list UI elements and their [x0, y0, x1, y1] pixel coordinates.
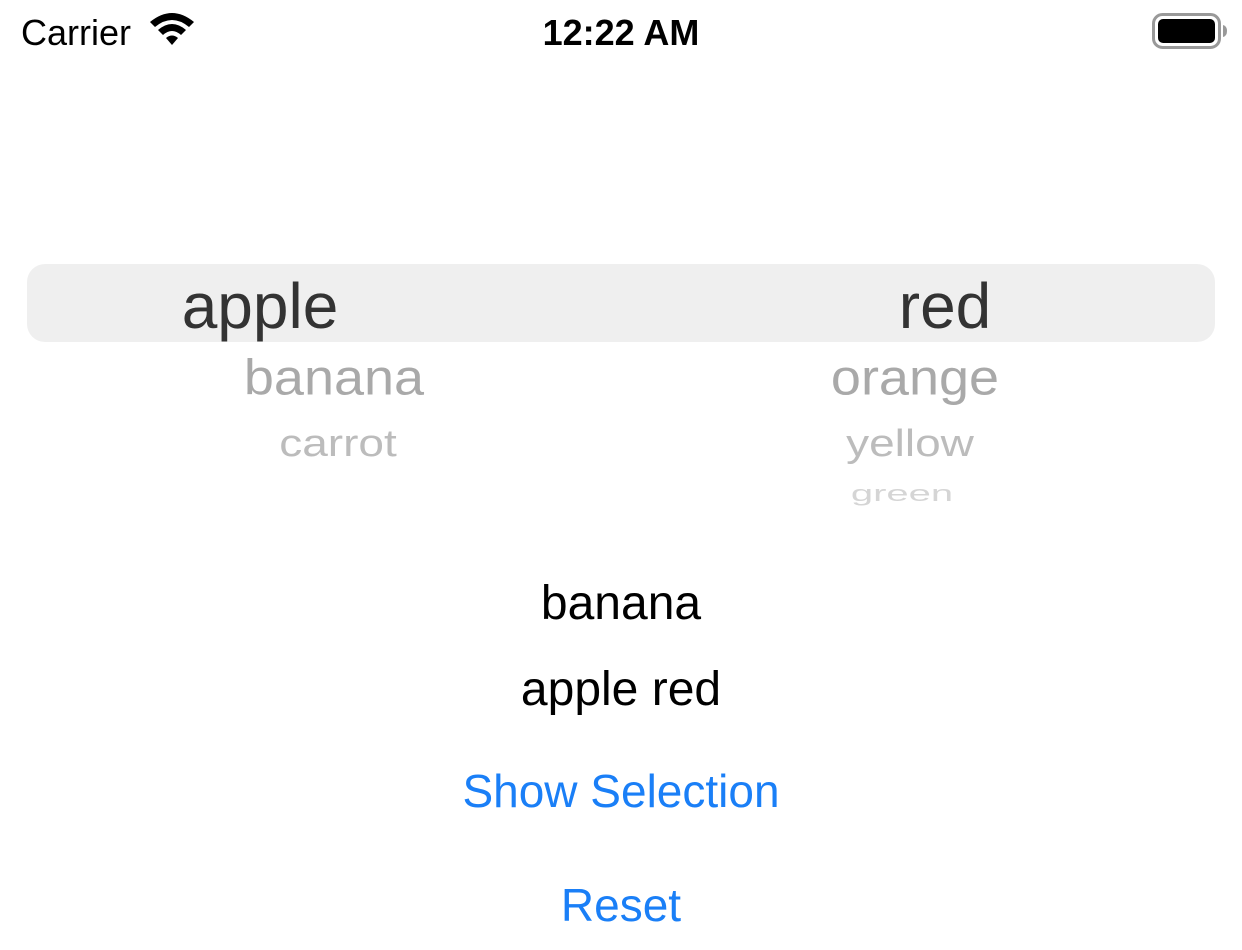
picker-column-fruit[interactable]: apple banana carrot: [40, 230, 600, 520]
clock: 12:22 AM: [542, 12, 700, 53]
combination-label: apple red: [520, 663, 722, 716]
screen: Carrier 12:22 AM apple banana carrot red…: [0, 0, 1242, 950]
status-bar: Carrier 12:22 AM: [0, 0, 1242, 66]
picker-row[interactable]: orange: [635, 350, 1195, 405]
selection-label: banana: [540, 577, 702, 630]
picker-row[interactable]: green: [622, 483, 1182, 505]
reset-button[interactable]: Reset: [0, 878, 1242, 932]
picker-row-selected[interactable]: apple: [0, 270, 660, 342]
picker-row[interactable]: yellow: [630, 423, 1190, 464]
fruit-color-picker[interactable]: apple banana carrot red orange yellow gr…: [0, 230, 1242, 520]
picker-column-color[interactable]: red orange yellow green: [640, 230, 1200, 520]
picker-row[interactable]: carrot: [58, 423, 618, 464]
picker-row-selected[interactable]: red: [665, 270, 1225, 342]
picker-row[interactable]: banana: [54, 350, 614, 405]
battery-icon: [1152, 13, 1227, 49]
show-selection-button[interactable]: Show Selection: [0, 764, 1242, 818]
